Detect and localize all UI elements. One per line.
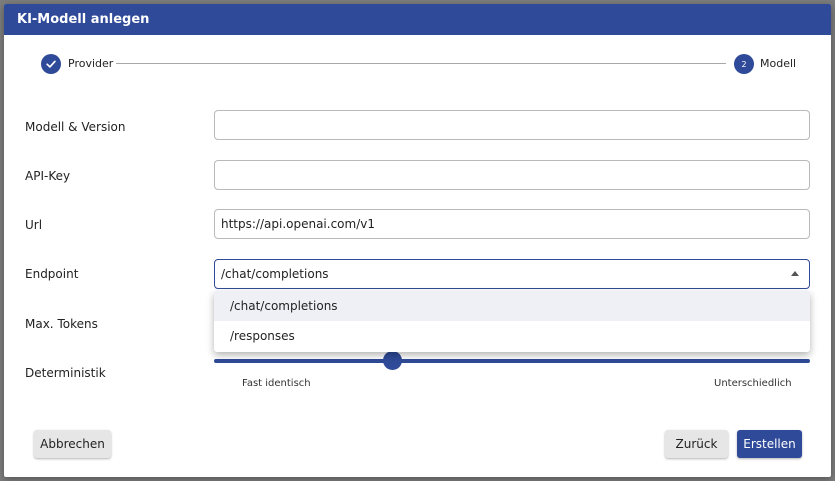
deterministic-label: Deterministik <box>25 366 106 380</box>
dropdown-option[interactable]: /chat/completions <box>214 291 810 321</box>
endpoint-select-value: /chat/completions <box>221 267 329 281</box>
max-tokens-label: Max. Tokens <box>25 317 98 331</box>
dropdown-option[interactable]: /responses <box>214 321 810 351</box>
model-version-input[interactable] <box>214 110 810 140</box>
caret-up-icon[interactable] <box>791 271 799 276</box>
deterministic-slider-track[interactable] <box>214 359 810 363</box>
stepper-connector <box>116 63 726 64</box>
step-modell-number[interactable]: 2 <box>734 54 754 74</box>
api-key-label: API-Key <box>25 169 71 183</box>
create-button[interactable]: Erstellen <box>737 430 802 458</box>
step-provider-label: Provider <box>68 57 114 70</box>
url-label: Url <box>25 218 43 232</box>
create-ai-model-dialog: KI-Modell anlegen Provider 2 Modell Mode… <box>4 4 831 477</box>
endpoint-dropdown-menu: /chat/completions /responses <box>214 291 810 352</box>
cancel-button[interactable]: Abbrechen <box>34 430 111 458</box>
check-icon <box>46 60 56 68</box>
slider-max-caption: Unterschiedlich <box>714 378 792 389</box>
dialog-title: KI-Modell anlegen <box>4 4 831 35</box>
stepper: Provider 2 Modell <box>4 35 831 90</box>
step-provider-completed[interactable] <box>41 54 61 74</box>
model-version-label: Modell & Version <box>25 120 126 134</box>
endpoint-label: Endpoint <box>25 267 79 281</box>
step-modell-label: Modell <box>760 57 797 70</box>
api-key-input[interactable] <box>214 160 810 190</box>
url-input[interactable]: https://api.openai.com/v1 <box>214 209 810 239</box>
back-button[interactable]: Zurück <box>665 430 728 458</box>
slider-min-caption: Fast identisch <box>242 378 311 389</box>
endpoint-select[interactable]: /chat/completions <box>214 259 810 289</box>
deterministic-slider-thumb[interactable] <box>383 351 403 370</box>
